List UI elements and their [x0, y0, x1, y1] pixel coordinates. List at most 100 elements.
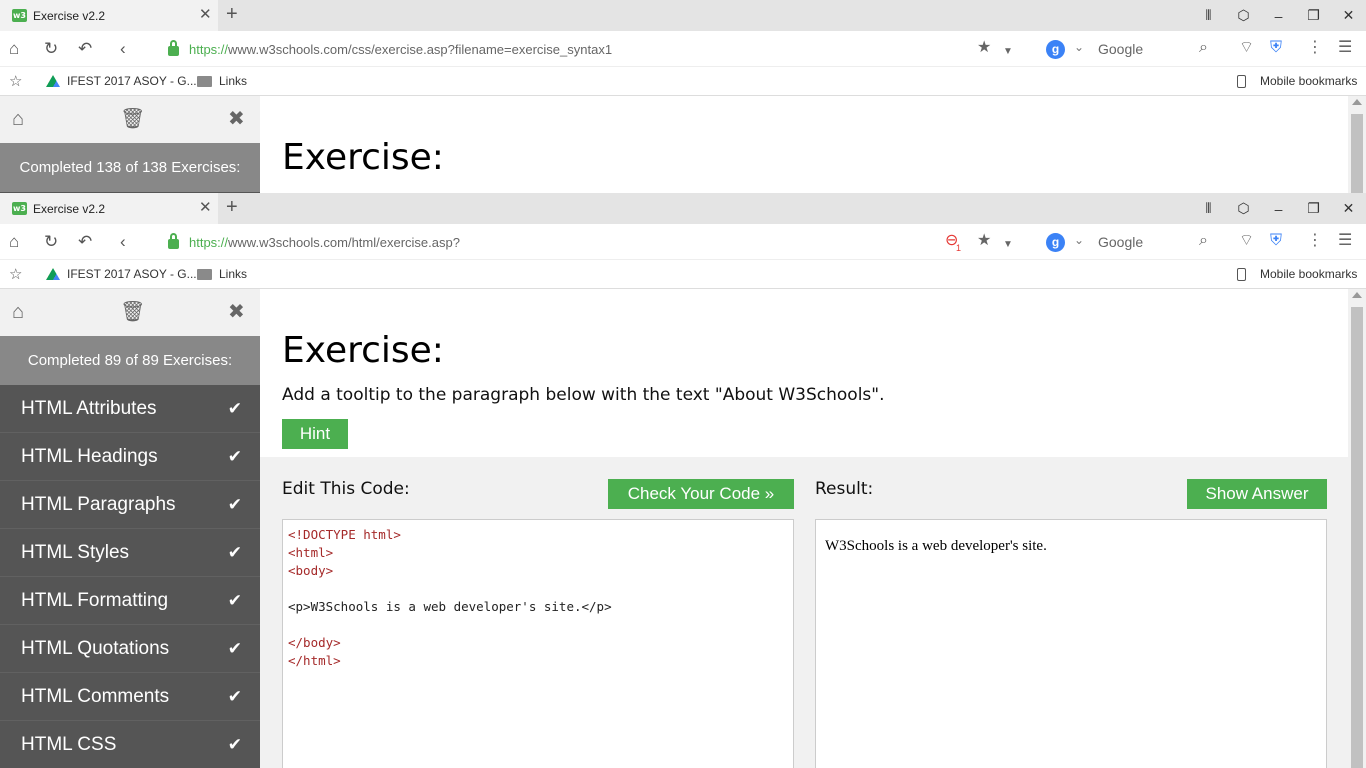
tab-bar: w3 Exercise v2.2 ✕ + ⫴ ⬡ – ❐ ✕ [0, 0, 1366, 31]
undo-icon[interactable]: ↶ [78, 233, 92, 251]
check-icon: ✔ [227, 399, 242, 418]
bookmarks-bar: ☆ IFEST 2017 ASOY - G... Links Mobile bo… [0, 67, 1366, 96]
trash-icon[interactable]: 🗑 [120, 108, 145, 130]
scrollbar[interactable] [1348, 289, 1366, 768]
undo-icon[interactable]: ↶ [78, 40, 92, 58]
check-code-button[interactable]: Check Your Code » [608, 479, 794, 509]
bookmark-item[interactable]: IFEST 2017 ASOY - G... [46, 74, 197, 88]
wifi-icon[interactable]: ⌔ [1239, 232, 1254, 250]
skin-icon[interactable]: ⬡ [1226, 7, 1261, 24]
search-engine-icon[interactable]: g [1046, 40, 1065, 59]
reload-icon[interactable]: ↻ [44, 40, 58, 58]
sidebar-item-html-paragraphs[interactable]: HTML Paragraphs ✔ [0, 481, 260, 529]
check-icon: ✔ [227, 495, 242, 514]
check-icon: ✔ [227, 735, 242, 754]
star-outline-icon[interactable]: ☆ [9, 265, 22, 283]
close-window-button[interactable]: ✕ [1331, 7, 1366, 24]
home-icon[interactable]: ⌂ [12, 108, 24, 130]
home-icon[interactable]: ⌂ [12, 301, 24, 323]
menu-icon[interactable]: ☰ [1338, 232, 1352, 250]
code-line: <!DOCTYPE html> [288, 527, 401, 542]
blocked-count: 1 [956, 243, 962, 253]
address-bar: ⌂ ↻ ↶ ‹ https://www.w3schools.com/css/ex… [0, 31, 1366, 67]
search-icon[interactable]: ⌕ [1199, 39, 1208, 57]
mobile-bookmarks[interactable]: Mobile bookmarks [1237, 74, 1357, 88]
main-content: Exercise: [260, 96, 1348, 193]
chevron-down-icon[interactable]: ▼ [1003, 43, 1013, 61]
search-icon[interactable]: ⌕ [1199, 232, 1208, 250]
minimize-button[interactable]: – [1261, 8, 1296, 24]
page-content: ⌂ 🗑 ✖ Completed 138 of 138 Exercises: Ex… [0, 96, 1366, 193]
new-tab-button[interactable]: + [226, 197, 238, 217]
tab-close-icon[interactable]: ✕ [199, 200, 212, 215]
minimize-button[interactable]: – [1261, 201, 1296, 217]
exercise-title: Exercise: [282, 137, 444, 178]
sidebar-item-html-formatting[interactable]: HTML Formatting ✔ [0, 577, 260, 625]
chevron-down-icon[interactable]: ⌄ [1074, 233, 1084, 247]
mobile-bookmarks[interactable]: Mobile bookmarks [1237, 267, 1357, 281]
back-icon[interactable]: ‹ [120, 40, 126, 58]
chevron-down-icon[interactable]: ▼ [1003, 236, 1013, 254]
menu-icon[interactable]: ☰ [1338, 39, 1352, 57]
maximize-button[interactable]: ❐ [1296, 7, 1331, 24]
url-field[interactable]: https://www.w3schools.com/css/exercise.a… [168, 38, 1028, 60]
progress-label: Completed 89 of 89 Exercises: [0, 336, 260, 385]
scroll-thumb[interactable] [1351, 307, 1363, 768]
bookmark-folder[interactable]: Links [197, 267, 247, 281]
tile-windows-icon[interactable]: ⫴ [1191, 7, 1226, 24]
scroll-up-icon[interactable] [1352, 292, 1362, 298]
sidebar-item-html-styles[interactable]: HTML Styles ✔ [0, 529, 260, 577]
sidebar-item-html-attributes[interactable]: HTML Attributes ✔ [0, 385, 260, 433]
tile-windows-icon[interactable]: ⫴ [1191, 200, 1226, 217]
show-answer-button[interactable]: Show Answer [1187, 479, 1327, 509]
search-engine-label[interactable]: Google [1098, 234, 1143, 250]
bookmark-folder[interactable]: Links [197, 74, 247, 88]
browser-tab[interactable]: w3 Exercise v2.2 ✕ [0, 193, 218, 224]
search-engine-icon[interactable]: g [1046, 233, 1065, 252]
close-icon[interactable]: ✖ [228, 301, 245, 323]
browser-tab[interactable]: w3 Exercise v2.2 ✕ [0, 0, 218, 31]
star-icon[interactable]: ★ [977, 39, 991, 57]
check-icon: ✔ [227, 543, 242, 562]
result-frame: W3Schools is a web developer's site. [815, 519, 1327, 768]
phone-icon [1237, 74, 1246, 88]
trash-icon[interactable]: 🗑 [120, 301, 145, 323]
sidebar-item-html-css[interactable]: HTML CSS ✔ [0, 721, 260, 768]
check-icon: ✔ [227, 687, 242, 706]
skin-icon[interactable]: ⬡ [1226, 200, 1261, 217]
code-editor[interactable]: <!DOCTYPE html><html><body>​<p>W3Schools… [282, 519, 794, 768]
more-icon[interactable]: ⋮ [1307, 232, 1323, 250]
bookmark-item[interactable]: IFEST 2017 ASOY - G... [46, 267, 197, 281]
reload-icon[interactable]: ↻ [44, 233, 58, 251]
star-outline-icon[interactable]: ☆ [9, 72, 22, 90]
scroll-up-icon[interactable] [1352, 99, 1362, 105]
scroll-thumb[interactable] [1351, 114, 1363, 193]
hint-button[interactable]: Hint [282, 419, 348, 449]
search-engine-label[interactable]: Google [1098, 41, 1143, 57]
chevron-down-icon[interactable]: ⌄ [1074, 40, 1084, 54]
tab-bar: w3 Exercise v2.2 ✕ + ⫴ ⬡ – ❐ ✕ [0, 193, 1366, 224]
tab-close-icon[interactable]: ✕ [199, 7, 212, 22]
w3schools-favicon-icon: w3 [12, 202, 27, 215]
close-window-button[interactable]: ✕ [1331, 200, 1366, 217]
browser-window-front: w3 Exercise v2.2 ✕ + ⫴ ⬡ – ❐ ✕ ⌂ ↻ ↶ ‹ h… [0, 193, 1366, 768]
close-icon[interactable]: ✖ [228, 108, 245, 130]
shield-icon[interactable]: ⛨ [1270, 232, 1282, 250]
star-icon[interactable]: ★ [977, 232, 991, 250]
scrollbar[interactable] [1348, 96, 1366, 193]
sidebar-list: HTML Attributes ✔ HTML Headings ✔ HTML Par… [0, 385, 260, 768]
shield-icon[interactable]: ⛨ [1270, 39, 1282, 57]
wifi-icon[interactable]: ⌔ [1239, 39, 1254, 57]
more-icon[interactable]: ⋮ [1307, 39, 1323, 57]
maximize-button[interactable]: ❐ [1296, 200, 1331, 217]
sidebar-item-html-quotations[interactable]: HTML Quotations ✔ [0, 625, 260, 673]
sidebar-item-html-headings[interactable]: HTML Headings ✔ [0, 433, 260, 481]
back-icon[interactable]: ‹ [120, 233, 126, 251]
url-field[interactable]: https://www.w3schools.com/html/exercise.… [168, 231, 928, 253]
new-tab-button[interactable]: + [226, 4, 238, 24]
home-icon[interactable]: ⌂ [9, 40, 19, 58]
code-line: </body> [288, 635, 341, 650]
sidebar-item-html-comments[interactable]: HTML Comments ✔ [0, 673, 260, 721]
address-bar: ⌂ ↻ ↶ ‹ https://www.w3schools.com/html/e… [0, 224, 1366, 260]
home-icon[interactable]: ⌂ [9, 233, 19, 251]
